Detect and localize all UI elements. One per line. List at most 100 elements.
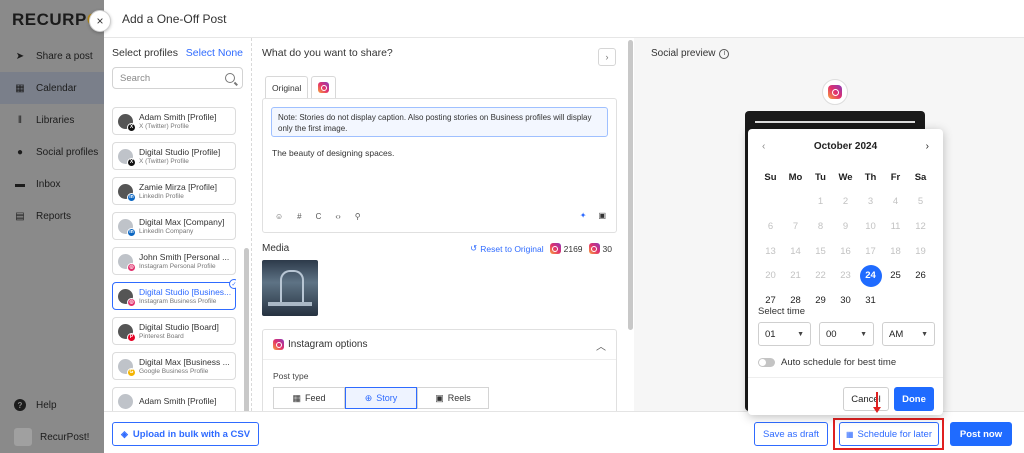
nav-calendar[interactable]: ▦ Calendar [0, 72, 104, 104]
post-type-feed[interactable]: ▦ Feed [273, 387, 345, 409]
select-none-link[interactable]: Select None [186, 47, 243, 59]
avatar: P [118, 323, 136, 342]
compose-tabs: Original [265, 76, 339, 98]
compose-scrollbar[interactable] [628, 40, 633, 330]
profile-list: X Adam Smith [Profile] X (Twitter) Profil… [112, 107, 236, 411]
close-icon[interactable]: × [89, 10, 111, 32]
avatar: ◎ [118, 253, 136, 272]
nav-social-profiles[interactable]: ● Social profiles [0, 136, 104, 168]
x-icon: X [127, 122, 136, 132]
preview-heading: Social preview i [651, 48, 730, 59]
calendar-header: ‹ October 2024 › [748, 141, 943, 152]
nav-share-a-post[interactable]: ➤ Share a post [0, 40, 104, 72]
calendar-day: 15 [815, 245, 826, 257]
location-pin-icon[interactable]: ⚲ [355, 212, 361, 221]
calendar-day: 4 [892, 196, 899, 208]
weekday-label: Mo [788, 171, 803, 183]
next-month-icon[interactable]: › [926, 141, 929, 152]
profile-item[interactable]: in Digital Max [Company] LinkedIn Company [112, 212, 236, 240]
nav-help[interactable]: ? Help [0, 392, 104, 418]
avatar: ◎ [118, 288, 136, 307]
profile-item[interactable]: X Adam Smith [Profile] X (Twitter) Profil… [112, 107, 236, 135]
post-now-button[interactable]: Post now [950, 422, 1012, 446]
emoji-icon[interactable]: ☺ [275, 212, 283, 221]
tab-original[interactable]: Original [265, 76, 309, 98]
profiles-scrollbar[interactable] [244, 248, 249, 418]
prev-month-icon[interactable]: ‹ [762, 141, 765, 152]
profile-item[interactable]: Adam Smith [Profile] [112, 387, 236, 411]
profile-item[interactable]: G Digital Max [Business ... Google Busine… [112, 352, 236, 380]
info-icon[interactable]: i [719, 48, 730, 59]
save-as-draft-button[interactable]: Save as draft [754, 422, 828, 446]
calendar-day[interactable]: 26 [908, 265, 933, 287]
calendar-day: 22 [815, 270, 826, 282]
chevron-right-icon[interactable]: › [598, 48, 616, 66]
post-type-reels[interactable]: ▣ Reels [417, 387, 489, 409]
instagram-options-header[interactable]: Instagram options ︿ [263, 330, 616, 360]
calendar-day-selected[interactable]: 24 [858, 264, 883, 287]
reset-icon: ↺ [470, 243, 478, 253]
tab-instagram[interactable] [311, 76, 337, 98]
calendar-empty-cell [883, 289, 908, 311]
instagram-icon [828, 85, 842, 99]
calendar-empty-cell [758, 191, 783, 213]
profile-item[interactable]: in Zamie Mirza [Profile] LinkedIn Profile [112, 177, 236, 205]
ai-sparkle-icon[interactable]: ✦ [580, 211, 587, 220]
weekday-row: Su Mo Tu We Th Fr Sa [758, 165, 933, 190]
avatar: in [118, 218, 136, 237]
calendar-day[interactable]: 31 [858, 289, 883, 311]
curly-c-icon[interactable]: C [316, 212, 322, 221]
ampm-select[interactable]: AM ▼ [882, 322, 935, 346]
reset-to-original-link[interactable]: Reset to Original [480, 244, 543, 254]
instagram-icon [273, 339, 284, 350]
done-button[interactable]: Done [894, 387, 934, 411]
library-icon: ‖ [17, 114, 23, 126]
inbox-icon: ▬ [15, 178, 25, 190]
help-icon: ? [14, 399, 26, 411]
chevron-down-icon: ▼ [797, 330, 804, 338]
profile-item[interactable]: ◎ John Smith [Personal ... Instagram Pers… [112, 247, 236, 275]
post-type-story[interactable]: ⊕ Story [345, 387, 417, 409]
linkedin-icon: in [127, 192, 136, 202]
profile-item-selected[interactable]: ◎ Digital Studio [Busines... Instagram Bu… [112, 279, 236, 310]
post-body-text[interactable]: The beauty of designing spaces. [272, 148, 394, 158]
calendar-day[interactable]: 30 [833, 289, 858, 311]
post-editor[interactable]: Note: Stories do not display caption. Al… [262, 98, 617, 233]
nav-inbox[interactable]: ▬ Inbox [0, 168, 104, 200]
calendar-week: 1 2 3 4 5 [758, 190, 933, 215]
nav-reports[interactable]: ▤ Reports [0, 200, 104, 232]
linkedin-icon: in [127, 227, 136, 237]
code-icon[interactable]: ‹› [335, 212, 340, 221]
calendar-day: 23 [840, 270, 851, 282]
profile-item[interactable]: X Digital Studio [Profile] X (Twitter) Pr… [112, 142, 236, 170]
grid-icon: ▦ [292, 392, 301, 403]
cancel-button[interactable]: Cancel [843, 387, 889, 411]
auto-schedule-toggle[interactable] [758, 358, 775, 367]
pinterest-icon: P [127, 332, 136, 342]
avatar [14, 428, 32, 446]
calendar-week: 20 21 22 23 24 25 26 [758, 263, 933, 288]
nav-libraries[interactable]: ‖ Libraries [0, 104, 104, 136]
media-controls: ↺ Reset to Original 2169 30 [470, 243, 618, 254]
chevron-down-icon: ▼ [860, 330, 867, 338]
hour-select[interactable]: 01 ▼ [758, 322, 811, 346]
chevron-up-icon[interactable]: ︿ [596, 338, 606, 353]
search-icon [225, 73, 235, 83]
avatar [118, 393, 133, 409]
nav-account[interactable]: RecurPost! [0, 424, 104, 450]
upload-bulk-csv-button[interactable]: ◈ Upload in bulk with a CSV [112, 422, 260, 446]
x-icon: X [127, 157, 136, 167]
profile-item[interactable]: P Digital Studio [Board] Pinterest Board [112, 317, 236, 345]
minute-select[interactable]: 00 ▼ [819, 322, 874, 346]
calendar-day[interactable]: 29 [808, 289, 833, 311]
profile-search-input[interactable]: Search [112, 67, 243, 89]
schedule-for-later-button[interactable]: ▦ Schedule for later [839, 422, 939, 446]
media-icon[interactable]: ▣ [598, 211, 606, 220]
calendar-day[interactable]: 25 [883, 265, 908, 287]
app-sidebar: RECURPO ➤Share a post ▦Calendar ‖Librari… [0, 0, 104, 453]
instagram-icon: ◎ [127, 297, 136, 307]
media-thumbnail[interactable] [262, 260, 318, 316]
avatar: in [118, 183, 136, 202]
calendar-icon: ▦ [845, 429, 854, 439]
hashtag-icon[interactable]: # [297, 212, 301, 221]
